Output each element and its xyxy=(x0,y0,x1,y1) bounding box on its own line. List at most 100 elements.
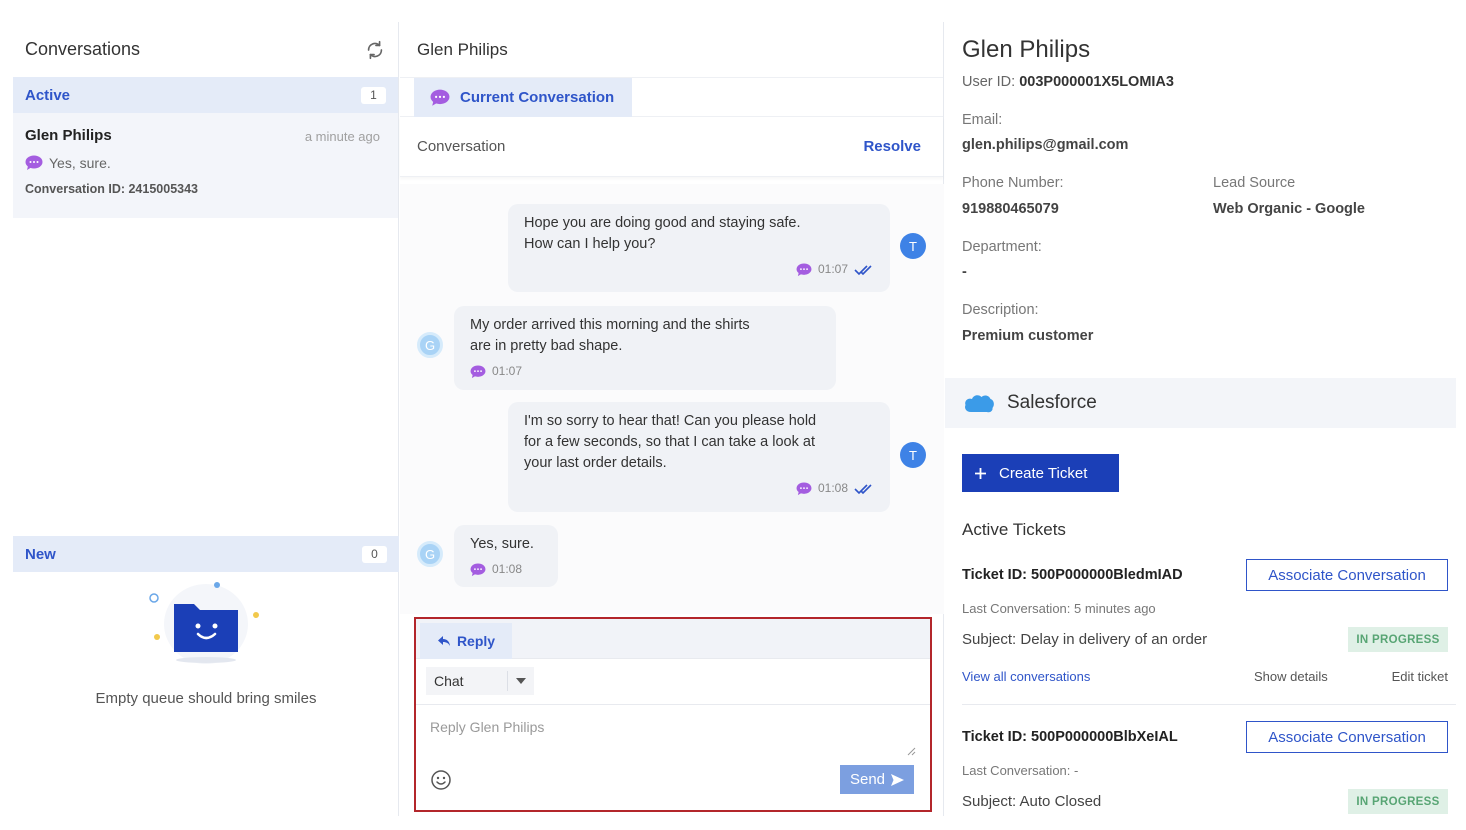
message-line: for a few seconds, so that I can take a … xyxy=(524,434,815,450)
reply-input[interactable] xyxy=(416,707,930,761)
status-badge: IN PROGRESS xyxy=(1348,627,1448,652)
message-time: 01:08 xyxy=(817,481,848,495)
refresh-icon[interactable] xyxy=(364,39,386,61)
message-thread: Hope you are doing good and staying safe… xyxy=(400,184,944,614)
customer-avatar: G xyxy=(417,541,443,567)
empty-queue-text: Empty queue should bring smiles xyxy=(95,690,317,707)
conversation-time: a minute ago xyxy=(304,129,380,144)
message-bubble-customer: Yes, sure. 01:08 xyxy=(454,525,558,587)
ticket-id: Ticket ID: 500P000000BlbXeIAL xyxy=(962,729,1178,745)
chat-bubble-icon xyxy=(25,155,43,170)
channel-select[interactable]: Chat xyxy=(426,667,534,695)
message-bubble-customer: My order arrived this morning and the sh… xyxy=(454,306,836,390)
tab-current-conversation-label: Current Conversation xyxy=(460,89,615,106)
edit-ticket-link[interactable]: Edit ticket xyxy=(1392,669,1448,684)
empty-queue: Empty queue should bring smiles xyxy=(13,572,399,732)
ticket-last-conversation: Last Conversation: - xyxy=(962,763,1079,778)
chat-bubble-icon xyxy=(470,364,486,378)
message-meta: 01:07 xyxy=(470,361,820,382)
description-label: Description: xyxy=(962,302,1039,318)
message-line: I'm so sorry to hear that! Can you pleas… xyxy=(524,413,817,429)
channel-select-value: Chat xyxy=(434,673,464,689)
conversation-list-item[interactable]: Glen Philips a minute ago Yes, sure. Con… xyxy=(13,113,398,218)
associate-conversation-button[interactable]: Associate Conversation xyxy=(1246,559,1448,591)
ticket-divider xyxy=(962,704,1456,705)
chat-bubble-icon xyxy=(470,562,486,576)
ticket-id: Ticket ID: 500P000000BledmIAD xyxy=(962,567,1183,583)
lead-source-label: Lead Source xyxy=(1213,175,1296,191)
conversations-panel: Conversations Active 1 Glen Philips a mi… xyxy=(13,22,399,816)
new-label: New xyxy=(25,545,56,563)
conversation-bar: Conversation Resolve xyxy=(400,117,943,177)
channel-row: Chat xyxy=(416,659,930,705)
message-bubble-agent: I'm so sorry to hear that! Can you pleas… xyxy=(508,402,890,512)
user-id: User ID: 003P000001X5LOMIA3 xyxy=(962,74,1174,90)
resize-handle-icon[interactable] xyxy=(906,746,916,756)
message-line: your last order details. xyxy=(524,455,667,471)
ticket-subject: Subject: Delay in delivery of an order xyxy=(962,631,1208,648)
resolve-button[interactable]: Resolve xyxy=(863,138,921,155)
create-ticket-button[interactable]: Create Ticket xyxy=(962,454,1119,492)
conversation-tabs: Current Conversation xyxy=(400,77,943,117)
department-label: Department: xyxy=(962,239,1042,255)
new-section-header[interactable]: New 0 xyxy=(13,536,399,572)
ticket-card: Ticket ID: 500P000000BlbXeIAL Associate … xyxy=(962,721,1448,816)
conversation-header-title: Glen Philips xyxy=(417,39,508,59)
department-value: - xyxy=(962,264,967,280)
agent-avatar: T xyxy=(900,233,926,259)
reply-composer: Reply Chat Send xyxy=(414,617,932,812)
send-button[interactable]: Send xyxy=(840,765,914,794)
message-meta: 01:07 xyxy=(524,259,874,280)
contact-details-panel: Glen Philips User ID: 003P000001X5LOMIA3… xyxy=(945,22,1456,816)
last-message-text: Yes, sure. xyxy=(49,155,111,171)
chevron-down-icon xyxy=(516,678,526,684)
message-line: Hope you are doing good and staying safe… xyxy=(524,215,801,231)
emoji-icon[interactable] xyxy=(430,769,452,791)
reply-tabbar: Reply xyxy=(416,619,930,659)
new-count-badge: 0 xyxy=(362,545,387,563)
associate-conversation-button[interactable]: Associate Conversation xyxy=(1246,721,1448,753)
message-line: are in pretty bad shape. xyxy=(470,338,623,354)
user-id-value: 003P000001X5LOMIA3 xyxy=(1019,74,1174,90)
conversation-label: Conversation xyxy=(417,138,506,155)
tab-current-conversation[interactable]: Current Conversation xyxy=(414,78,632,117)
view-all-conversations-link[interactable]: View all conversations xyxy=(962,669,1090,684)
send-arrow-icon xyxy=(891,773,905,786)
tab-reply[interactable]: Reply xyxy=(420,623,512,659)
phone-label: Phone Number: xyxy=(962,175,1064,191)
select-divider xyxy=(507,671,508,691)
message-line: My order arrived this morning and the sh… xyxy=(470,317,750,333)
message-meta: 01:08 xyxy=(524,478,874,499)
message-meta: 01:08 xyxy=(470,559,542,580)
chat-bubble-icon xyxy=(796,262,812,276)
double-check-icon xyxy=(854,483,872,494)
lead-source-value: Web Organic - Google xyxy=(1213,201,1365,217)
ticket-last-conversation: Last Conversation: 5 minutes ago xyxy=(962,601,1156,616)
message-line: Yes, sure. xyxy=(470,536,534,552)
agent-avatar: T xyxy=(900,442,926,468)
message-time: 01:07 xyxy=(492,364,523,378)
send-button-label: Send xyxy=(849,771,886,788)
salesforce-label: Salesforce xyxy=(1007,392,1097,413)
message-bubble-agent: Hope you are doing good and staying safe… xyxy=(508,204,890,292)
message-line: How can I help you? xyxy=(524,236,656,252)
tab-reply-label: Reply xyxy=(456,633,496,649)
status-badge: IN PROGRESS xyxy=(1348,789,1448,814)
active-count-badge: 1 xyxy=(361,86,386,104)
chat-bubble-icon xyxy=(796,481,812,495)
phone-value: 919880465079 xyxy=(962,201,1059,217)
description-value: Premium customer xyxy=(962,328,1094,344)
message-time: 01:08 xyxy=(492,562,523,576)
customer-avatar: G xyxy=(417,332,443,358)
reply-arrow-icon xyxy=(437,636,450,646)
active-tickets-title: Active Tickets xyxy=(962,520,1066,539)
double-check-icon xyxy=(854,264,872,275)
conversation-last-message: Yes, sure. xyxy=(25,155,386,171)
empty-folder-icon xyxy=(149,582,259,664)
conversation-panel: Glen Philips Current Conversation Conver… xyxy=(400,22,944,816)
contact-name: Glen Philips xyxy=(962,36,1091,63)
show-details-link[interactable]: Show details xyxy=(1254,669,1328,684)
chat-bubble-icon xyxy=(430,89,450,106)
email-label: Email: xyxy=(962,112,1003,128)
active-section-header[interactable]: Active 1 xyxy=(13,77,398,113)
